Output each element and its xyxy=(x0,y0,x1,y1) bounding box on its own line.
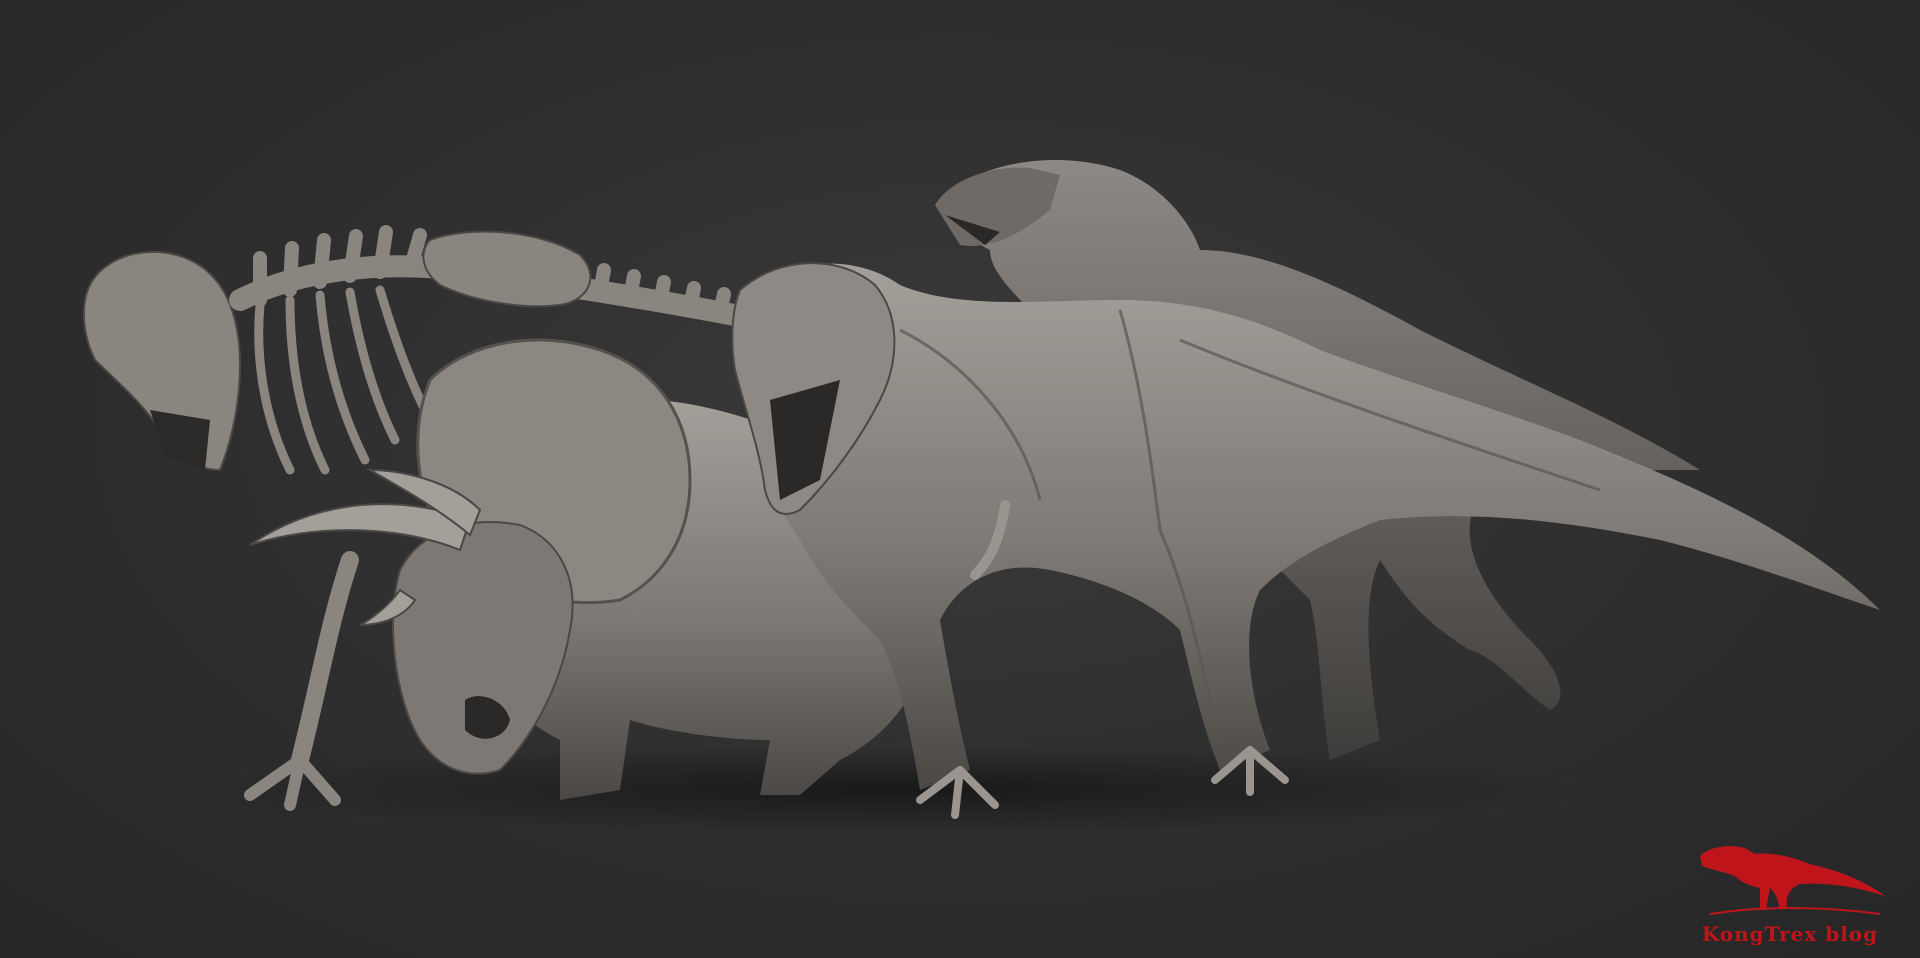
kongtrex-watermark: KongTrex blog xyxy=(1690,826,1890,946)
render-stage: KongTrex blog xyxy=(0,0,1920,958)
dinosaur-logo-icon xyxy=(1700,846,1885,915)
watermark-text: KongTrex blog xyxy=(1701,922,1879,946)
trex-muscle-study xyxy=(731,262,1880,819)
dinosaur-sculpt-scene xyxy=(82,160,1880,835)
ground-shadow xyxy=(180,745,1620,835)
